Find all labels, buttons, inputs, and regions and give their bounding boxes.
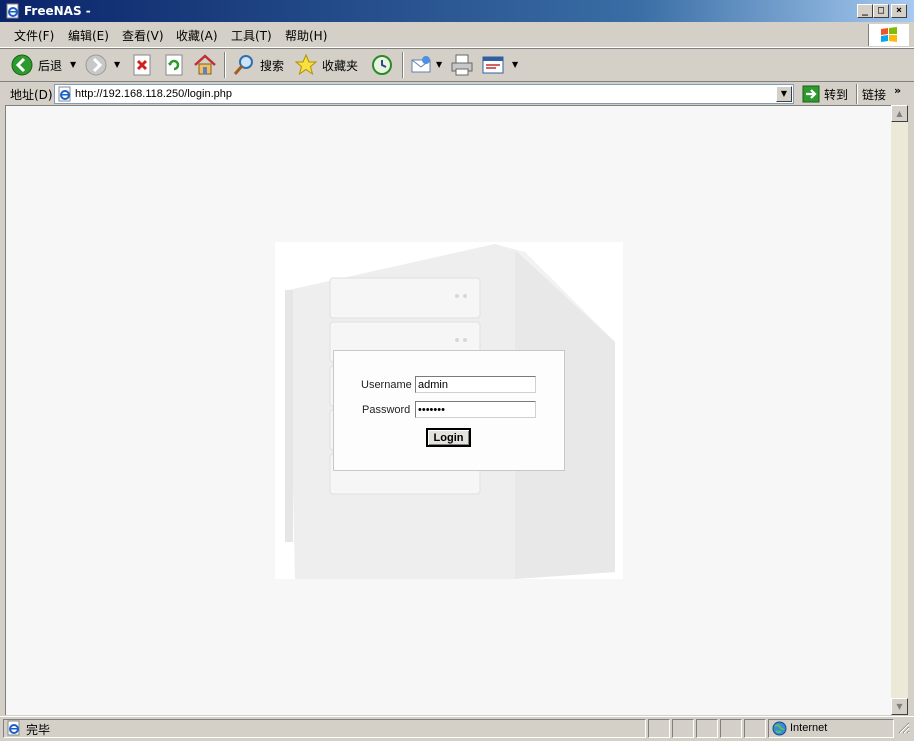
internet-globe-icon	[772, 721, 787, 736]
stop-icon[interactable]	[130, 53, 154, 77]
login-button[interactable]: Login	[426, 428, 471, 447]
status-pane	[696, 719, 718, 738]
menu-tools[interactable]: 工具(T)	[231, 27, 272, 44]
go-arrow-icon[interactable]	[802, 85, 820, 103]
menu-edit[interactable]: 编辑(E)	[68, 27, 109, 44]
home-icon[interactable]	[193, 53, 217, 77]
menu-help[interactable]: 帮助(H)	[285, 27, 327, 44]
links-button[interactable]: 链接	[862, 86, 886, 103]
search-icon[interactable]	[232, 53, 256, 77]
address-dropdown-button[interactable]: ▼	[776, 86, 792, 102]
favorites-star-icon[interactable]	[294, 53, 318, 77]
history-icon[interactable]	[370, 53, 394, 77]
minimize-button[interactable]: _	[857, 4, 873, 18]
password-input[interactable]	[415, 401, 536, 418]
maximize-button[interactable]: □	[873, 4, 889, 18]
mail-dropdown-icon[interactable]: ▼	[436, 60, 442, 69]
security-zone-label: Internet	[790, 722, 828, 734]
favorites-button-label[interactable]: 收藏夹	[322, 57, 358, 74]
status-main-pane	[3, 719, 646, 738]
edit-page-icon[interactable]	[481, 53, 505, 77]
status-pane	[720, 719, 742, 738]
vertical-scrollbar[interactable]: ▲ ▼	[891, 105, 908, 715]
links-separator	[856, 84, 858, 104]
window-titlebar[interactable]: FreeNAS - _ □ ×	[0, 0, 914, 22]
menu-favorites[interactable]: 收藏(A)	[176, 27, 218, 44]
back-button-label[interactable]: 后退	[38, 57, 62, 74]
status-pane	[648, 719, 670, 738]
mail-icon[interactable]	[410, 53, 434, 77]
password-label: Password	[362, 404, 411, 416]
search-button-label[interactable]: 搜索	[260, 57, 284, 74]
close-button[interactable]: ×	[891, 4, 907, 18]
print-icon[interactable]	[450, 53, 474, 77]
login-panel: Username Password Login	[333, 350, 565, 471]
username-label: Username	[361, 379, 412, 391]
back-arrow-icon[interactable]	[10, 53, 34, 77]
status-bar: 完毕 Internet	[0, 716, 914, 741]
scroll-down-button[interactable]: ▼	[891, 698, 908, 715]
edit-dropdown-icon[interactable]: ▼	[512, 60, 518, 69]
toolbar-separator	[402, 52, 404, 78]
chevron-right-icon[interactable]: »	[894, 84, 901, 97]
address-input[interactable]	[75, 86, 765, 102]
resize-grip-icon[interactable]	[896, 720, 910, 734]
refresh-icon[interactable]	[162, 53, 186, 77]
address-field[interactable]: ▼	[54, 84, 794, 104]
username-input[interactable]	[415, 376, 536, 393]
toolbar: 后退 ▼ ▼ 搜索 收藏夹 ▼ ▼	[0, 48, 914, 82]
menu-view[interactable]: 查看(V)	[122, 27, 164, 44]
back-dropdown-icon[interactable]: ▼	[70, 60, 76, 69]
forward-arrow-icon[interactable]	[84, 53, 108, 77]
status-pane	[672, 719, 694, 738]
windows-flag-icon	[881, 27, 897, 42]
forward-dropdown-icon[interactable]: ▼	[114, 60, 120, 69]
windows-logo	[868, 24, 909, 46]
menu-file[interactable]: 文件(F)	[14, 27, 54, 44]
menu-bar: 文件(F) 编辑(E) 查看(V) 收藏(A) 工具(T) 帮助(H)	[0, 22, 914, 48]
address-label: 地址(D)	[10, 88, 53, 102]
status-pane	[744, 719, 766, 738]
ie-page-icon	[6, 3, 19, 19]
go-button-label[interactable]: 转到	[824, 86, 848, 103]
ie-page-icon	[58, 86, 71, 102]
address-bar: 地址(D) ▼ 转到 链接 »	[0, 81, 914, 106]
toolbar-separator	[224, 52, 226, 78]
window-title: FreeNAS -	[24, 4, 91, 18]
scroll-up-button[interactable]: ▲	[891, 105, 908, 122]
